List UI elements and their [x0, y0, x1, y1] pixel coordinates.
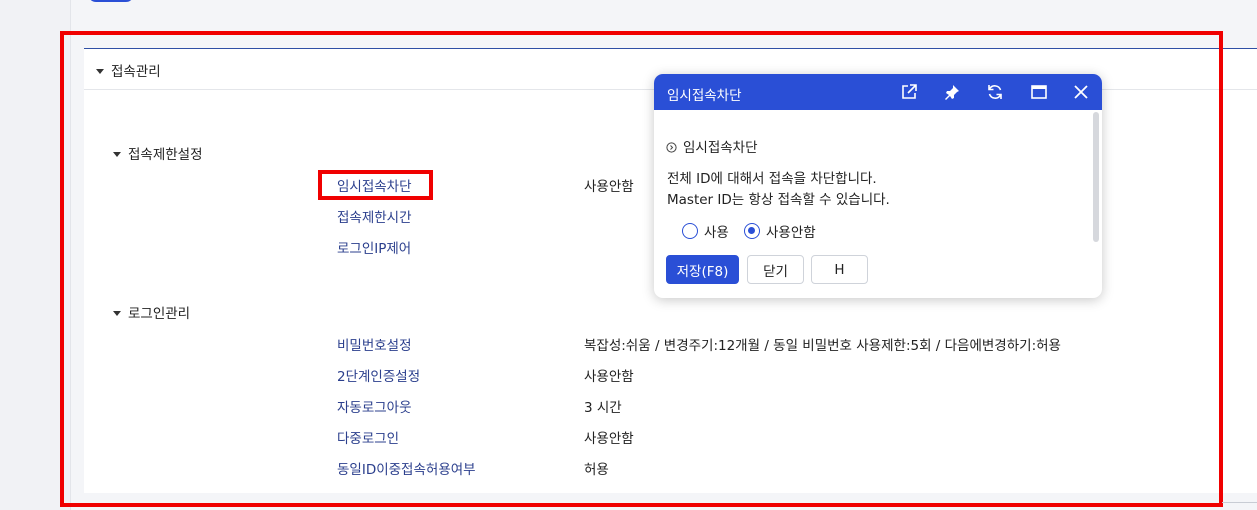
radio-use[interactable]: 사용: [682, 221, 729, 241]
popup-description-line1: 전체 ID에 대해서 접속을 차단합니다.: [667, 171, 877, 187]
divider: [1222, 502, 1257, 503]
close-button[interactable]: 닫기: [747, 255, 804, 284]
info-chevron-icon: [666, 141, 677, 153]
radio-not-use[interactable]: 사용안함: [744, 221, 816, 241]
popup-info-title: 임시접속차단: [666, 136, 758, 156]
save-button[interactable]: 저장(F8): [666, 255, 739, 284]
top-partial-button[interactable]: [88, 0, 134, 2]
popup-description-line2: Master ID는 항상 접속할 수 있습니다.: [667, 192, 890, 208]
radio-use-circle[interactable]: [682, 223, 698, 239]
popup-info-title-text: 임시접속차단: [683, 140, 758, 156]
radio-not-use-circle[interactable]: [744, 223, 760, 239]
radio-use-label: 사용: [704, 225, 729, 241]
highlight-box-temp-block: [318, 170, 433, 200]
popup-content: 임시접속차단 전체 ID에 대해서 접속을 차단합니다. Master ID는 …: [654, 74, 1094, 298]
h-button[interactable]: H: [811, 255, 868, 284]
radio-not-use-label: 사용안함: [766, 225, 816, 241]
